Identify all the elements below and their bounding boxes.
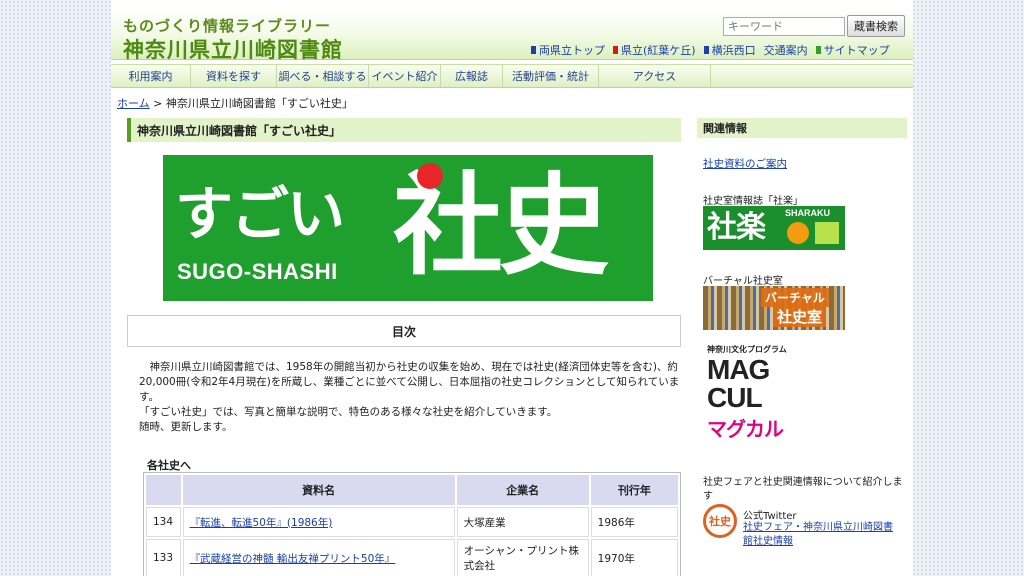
banner-roman-text: SUGO-SHASHI [177,259,338,284]
nav-item-access[interactable]: アクセス [599,65,711,87]
sharaku-banner[interactable]: 社楽 SHARAKU [703,206,845,250]
page-title: 神奈川県立川崎図書館「すごい社史」 [127,118,681,142]
magcul-row-3: マグカル [707,419,784,441]
nav-item-events[interactable]: イベント紹介 [369,65,441,87]
link-momijigaoka[interactable]: 県立(紅葉ケ丘) [613,42,696,58]
bullet-icon [703,46,709,54]
twitter-label: 公式Twitter [743,511,797,522]
bullet-icon [815,46,821,54]
company-list-heading: 各社史へ [147,459,191,472]
col-header-company: 企業名 [456,475,589,505]
row-title-link[interactable]: 『武蔵経営の神髄 輸出友禅プリント50年』 [190,553,396,565]
main-nav: 利用案内 資料を探す 調べる・相談する イベント紹介 広報誌 活動評価・統計 ア… [111,64,913,88]
site-header: ものづくり情報ライブラリー 神奈川県立川崎図書館 蔵書検索 両県立トップ 県立(… [111,8,913,62]
col-header-title: 資料名 [182,475,455,505]
table-row: 134 『転進、転進50年』(1986年) 大塚産業 1986年 [146,507,678,537]
row-title-link[interactable]: 『転進、転進50年』(1986年) [190,517,333,529]
magcul-logo[interactable]: MAG CUL マグカル [707,356,811,458]
row-year: 1986年 [590,507,678,537]
breadcrumb: ホーム > 神奈川県立川崎図書館「すごい社史」 [117,95,353,111]
virtual-line1: バーチャル [761,288,829,307]
nav-item-pr-magazine[interactable]: 広報誌 [441,65,503,87]
intro-paragraph-3: 随時、更新します。 [139,421,233,433]
breadcrumb-separator: > [153,97,163,110]
page: ものづくり情報ライブラリー 神奈川県立川崎図書館 蔵書検索 両県立トップ 県立(… [111,0,913,576]
twitter-stamp-icon: 社史 [703,504,737,538]
link-access[interactable]: 交通案内 [764,42,808,58]
nav-item-evaluation[interactable]: 活動評価・統計 [503,65,599,87]
sidebar: 関連情報 社史資料のご案内 社史室情報誌「社楽」 社楽 SHARAKU バーチャ… [697,118,907,547]
site-title-logo[interactable]: 神奈川県立川崎図書館 [123,34,343,64]
nav-item-reference[interactable]: 調べる・相談する [277,65,369,87]
sharaku-caption: 社史室情報誌「社楽」 [703,196,803,207]
search-button[interactable]: 蔵書検索 [847,15,905,37]
link-yokohama-nishiguchi[interactable]: 横浜西口 [703,42,756,58]
magcul-row-2: CUL [707,382,763,413]
row-year: 1970年 [590,539,678,576]
fair-info-text: 社史フェアと社史関連情報について紹介します [703,477,903,502]
breadcrumb-home-link[interactable]: ホーム [117,97,150,110]
sharaku-roman-text: SHARAKU [785,208,830,218]
table-header-row: 資料名 企業名 刊行年 [146,475,678,505]
breadcrumb-current: 神奈川県立川崎図書館「すごい社史」 [165,97,353,110]
col-header-no [146,475,181,505]
row-number: 133 [146,539,181,576]
shashi-guide-link[interactable]: 社史資料のご案内 [703,156,787,171]
sharaku-logo-text: 社楽 [707,210,766,245]
virtual-caption: バーチャル社史室 [703,276,783,287]
nav-item-search-materials[interactable]: 資料を探す [191,65,277,87]
nav-item-guide[interactable]: 利用案内 [111,65,191,87]
banner-sugoi-text: すごい [175,180,345,248]
bullet-icon [613,46,618,54]
site-subtitle: ものづくり情報ライブラリー [123,17,332,35]
magcul-row-1: MAG [707,354,770,385]
intro-text: 神奈川県立川崎図書館では、1958年の開館当初から社史の収集を始め、現在では社史… [139,360,683,435]
company-table: 資料名 企業名 刊行年 134 『転進、転進50年』(1986年) 大塚産業 1… [143,472,681,576]
intro-paragraph-1: 神奈川県立川崎図書館では、1958年の開館当初から社史の収集を始め、現在では社史… [139,361,680,403]
row-company: オーシャン・プリント株式会社 [456,539,589,576]
sidebar-title: 関連情報 [697,118,907,138]
bullet-icon [531,46,536,54]
banner-red-dot [417,163,443,189]
header-links: 両県立トップ 県立(紅葉ケ丘) 横浜西口 交通案内 サイトマップ [531,42,890,58]
link-ryoken-top[interactable]: 両県立トップ [531,42,605,58]
table-row: 133 『武蔵経営の神髄 輸出友禅プリント50年』 オーシャン・プリント株式会社… [146,539,678,576]
link-sitemap[interactable]: サイトマップ [815,42,890,58]
col-header-year: 刊行年 [590,475,678,505]
search-input[interactable] [723,17,845,36]
twitter-link[interactable]: 社史フェア・神奈川県立川崎図書館社史情報 [743,521,897,549]
intro-paragraph-2: 「すごい社史」では、写真と簡単な説明で、特色のある様々な社史を紹介していきます。 [139,406,558,418]
sugoi-shashi-banner: すごい SUGO-SHASHI 社史 [163,155,653,301]
toc-box[interactable]: 目次 [127,315,681,347]
row-number: 134 [146,507,181,537]
virtual-line2: 社史室 [773,306,827,327]
row-company: 大塚産業 [456,507,589,537]
virtual-shashi-banner[interactable]: バーチャル 社史室 [703,286,845,330]
sharaku-circle-icon [787,222,809,244]
sharaku-square-icon [815,222,839,244]
